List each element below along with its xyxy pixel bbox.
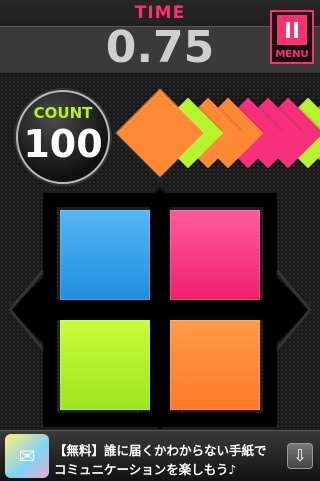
app-icon: ✉ [5,434,49,478]
cross-horizontal-bar [48,300,272,320]
download-icon[interactable]: ⇩ [287,443,313,469]
arrow-right [272,272,310,348]
pad-blue[interactable] [60,210,150,300]
ad-text-line1: 【無料】誰に届くかわからない手紙で [54,443,267,458]
pad-green[interactable] [60,320,150,410]
arrow-left [10,272,48,348]
dpad-cross [8,188,312,430]
pad-orange[interactable] [170,320,260,410]
ad-banner[interactable]: ✉ 【無料】誰に届くかわからない手紙で コミュニケーションを楽しもう♪ ⇩ [0,430,320,481]
pad-pink[interactable] [170,210,260,300]
ad-text-line2: コミュニケーションを楽しもう♪ [54,462,237,477]
